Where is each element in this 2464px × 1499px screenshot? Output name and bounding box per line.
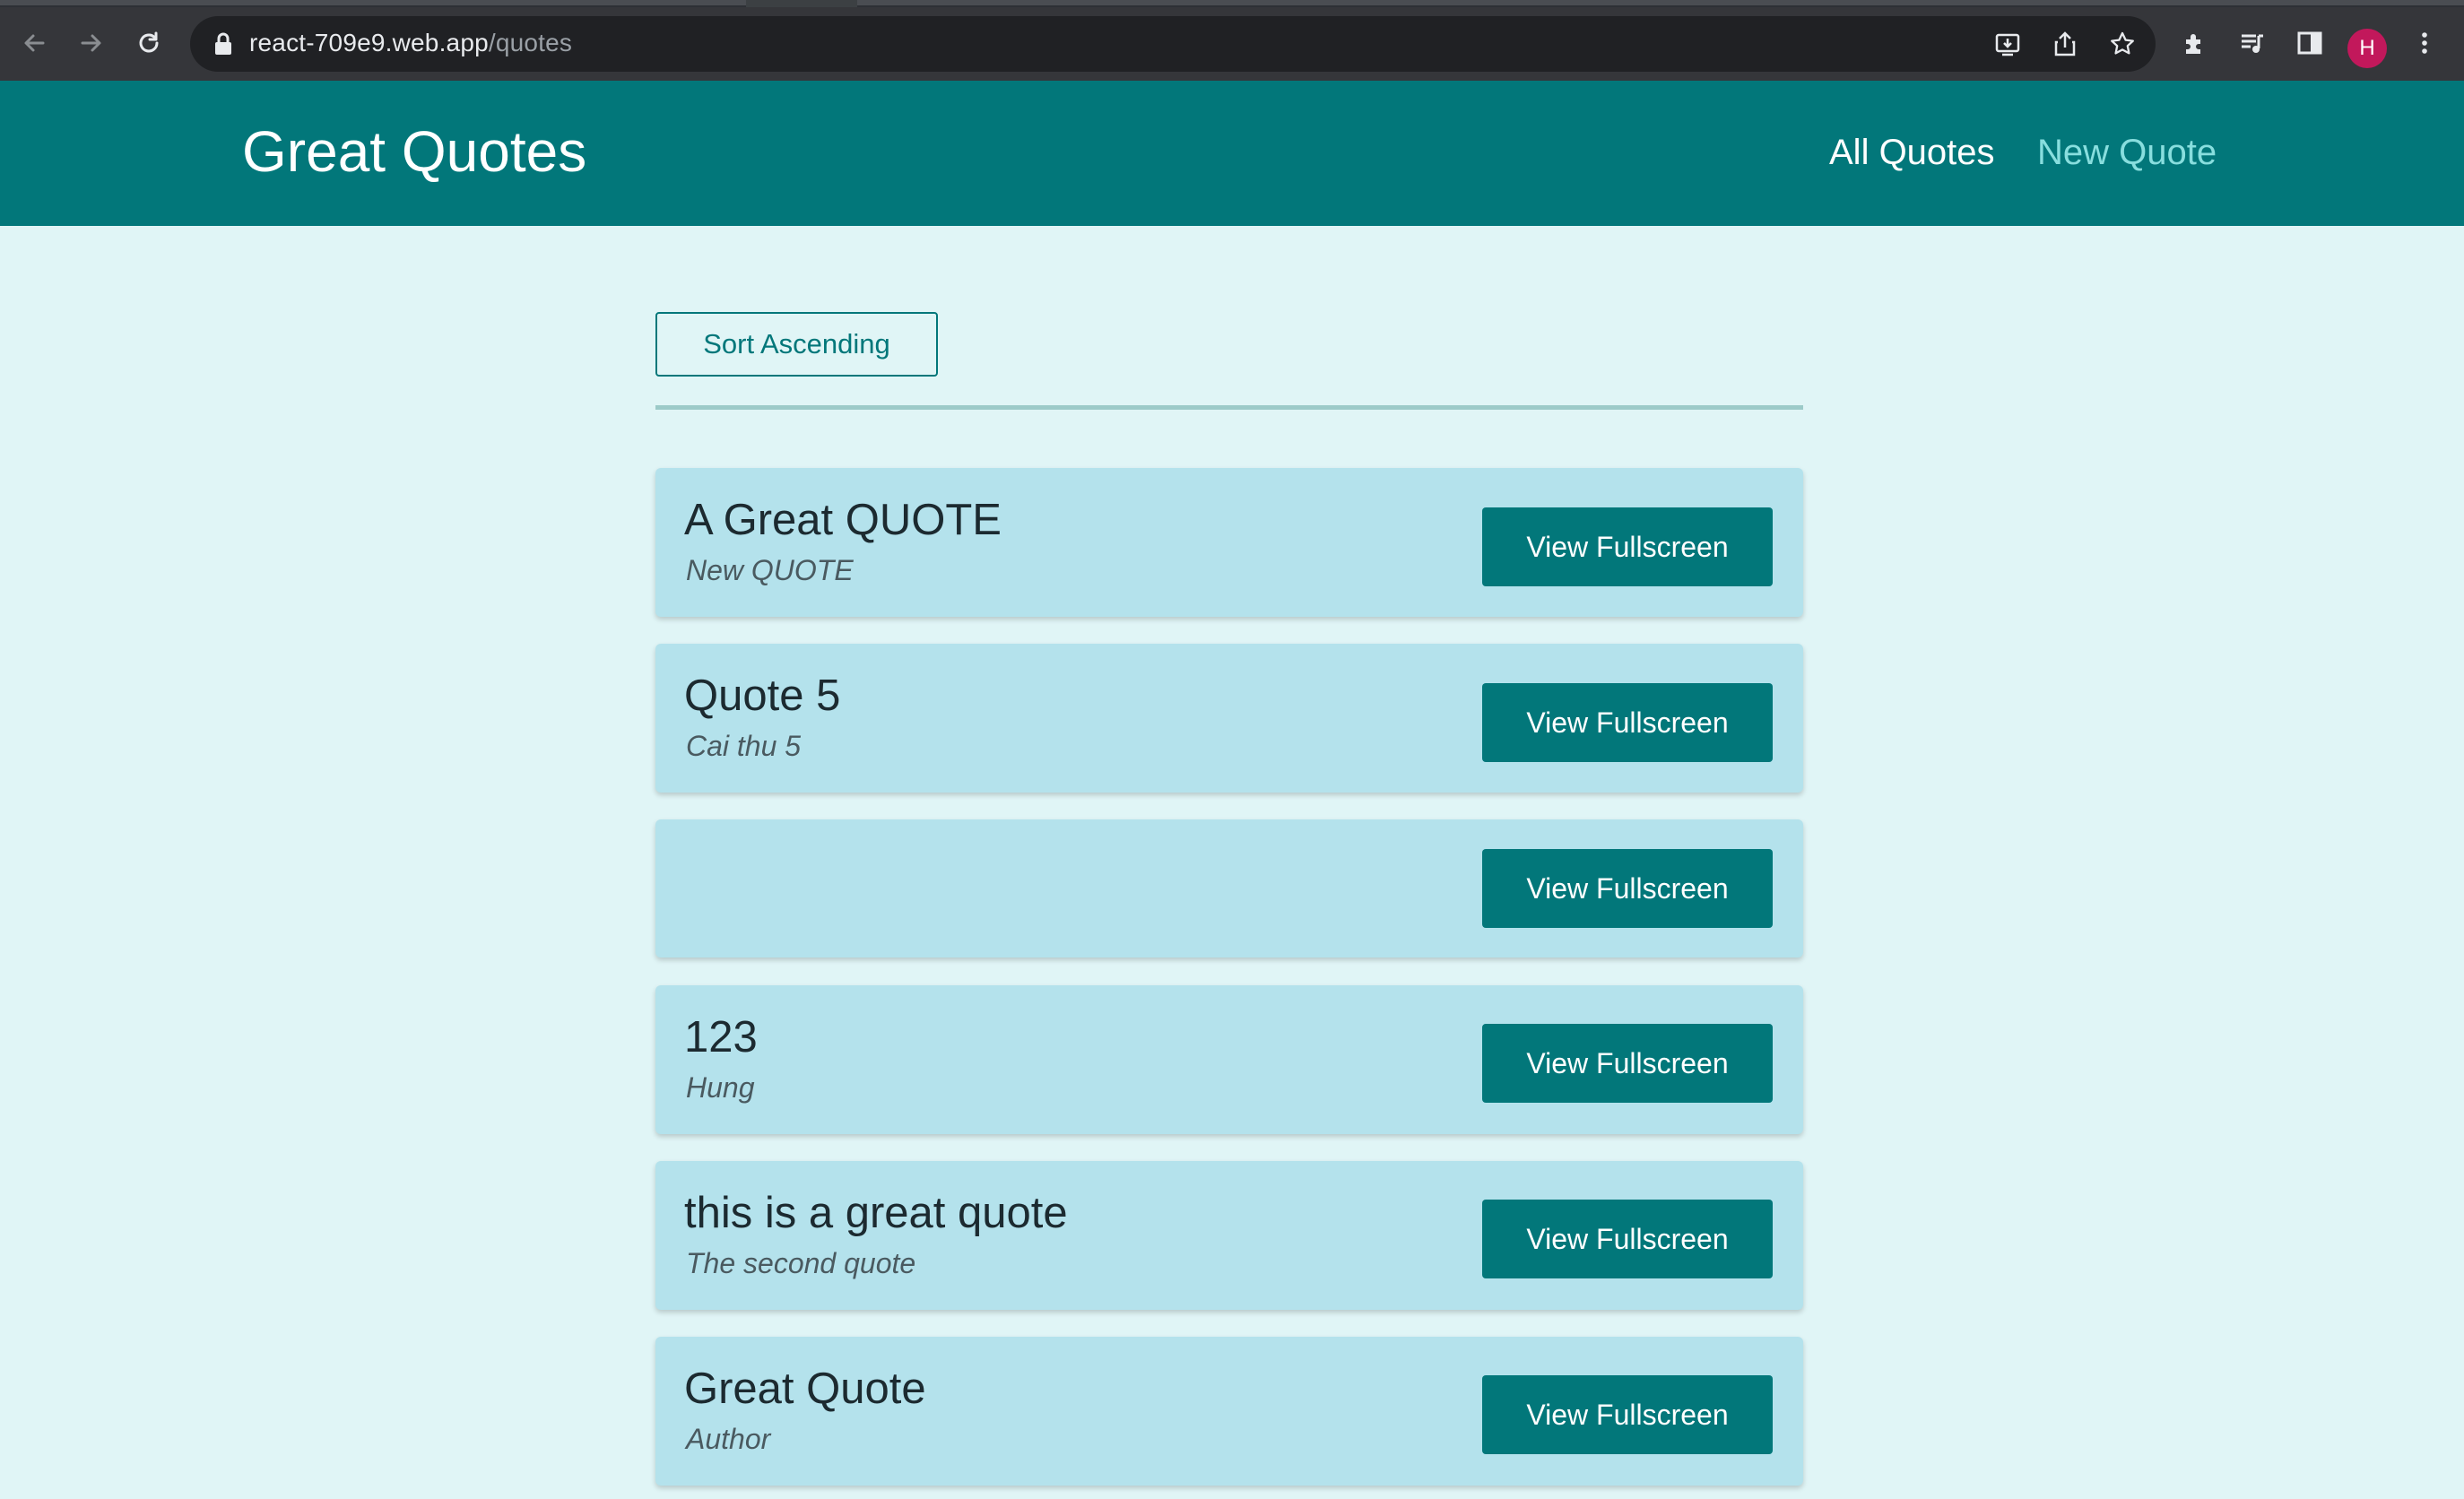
quote-author: Cai thu 5	[686, 730, 802, 762]
nav-all-quotes[interactable]: All Quotes	[1829, 133, 1995, 173]
lock-icon[interactable]	[213, 32, 233, 60]
quote-author: New QUOTE	[686, 554, 854, 586]
url-text[interactable]: react-709e9.web.app/quotes	[249, 29, 572, 57]
sort-ascending-button[interactable]: Sort Ascending	[655, 312, 938, 377]
view-fullscreen-button[interactable]: View Fullscreen	[1482, 1024, 1773, 1103]
tab-strip-inactive	[0, 0, 746, 5]
quote-card: 123 Hung View Fullscreen	[655, 985, 1803, 1134]
profile-avatar[interactable]: H	[2347, 29, 2387, 68]
app-title: Great Quotes	[242, 119, 587, 184]
tab-strip	[0, 0, 2464, 7]
quote-card: Quote 5 Cai thu 5 View Fullscreen	[655, 644, 1803, 793]
view-fullscreen-button[interactable]: View Fullscreen	[1482, 507, 1773, 586]
active-tab-edge[interactable]	[746, 0, 857, 7]
star-icon[interactable]	[2102, 23, 2143, 65]
quote-author: Hung	[686, 1071, 755, 1104]
install-icon[interactable]	[1987, 23, 2028, 65]
quote-card: this is a great quote The second quote V…	[655, 1161, 1803, 1310]
nav-new-quote[interactable]: New Quote	[2037, 133, 2217, 173]
view-fullscreen-button[interactable]: View Fullscreen	[1482, 683, 1773, 762]
menu-icon[interactable]	[2403, 22, 2446, 65]
quote-card: A Great QUOTE New QUOTE View Fullscreen	[655, 468, 1803, 617]
quote-text: 123	[684, 1013, 758, 1061]
quote-author: Author	[686, 1423, 771, 1455]
quote-text: A Great QUOTE	[684, 496, 1002, 544]
extensions-icon[interactable]	[2173, 22, 2217, 65]
quote-text: this is a great quote	[684, 1189, 1068, 1237]
quote-card: Great Quote Author View Fullscreen	[655, 1337, 1803, 1486]
share-icon[interactable]	[2044, 23, 2086, 65]
url-host: react-709e9.web.app	[249, 29, 489, 56]
forward-arrow-icon[interactable]	[70, 22, 113, 65]
address-bar[interactable]: react-709e9.web.app/quotes	[190, 16, 2156, 72]
sidepanel-icon[interactable]	[2288, 22, 2331, 65]
url-path: /quotes	[488, 29, 573, 56]
back-arrow-icon[interactable]	[13, 22, 56, 65]
view-fullscreen-button[interactable]: View Fullscreen	[1482, 849, 1773, 928]
quote-author: The second quote	[686, 1247, 916, 1279]
tab-strip-inactive-right	[857, 0, 2464, 5]
view-fullscreen-button[interactable]: View Fullscreen	[1482, 1200, 1773, 1278]
divider	[655, 405, 1803, 410]
quote-text: Great Quote	[684, 1365, 926, 1413]
reload-icon[interactable]	[127, 22, 170, 65]
quote-text: Quote 5	[684, 672, 841, 720]
quote-card: View Fullscreen	[655, 819, 1803, 957]
view-fullscreen-button[interactable]: View Fullscreen	[1482, 1375, 1773, 1454]
app-header: Great Quotes All Quotes New Quote	[0, 81, 2464, 226]
browser-toolbar: react-709e9.web.app/quotes H	[0, 7, 2464, 81]
media-icon[interactable]	[2231, 22, 2274, 65]
